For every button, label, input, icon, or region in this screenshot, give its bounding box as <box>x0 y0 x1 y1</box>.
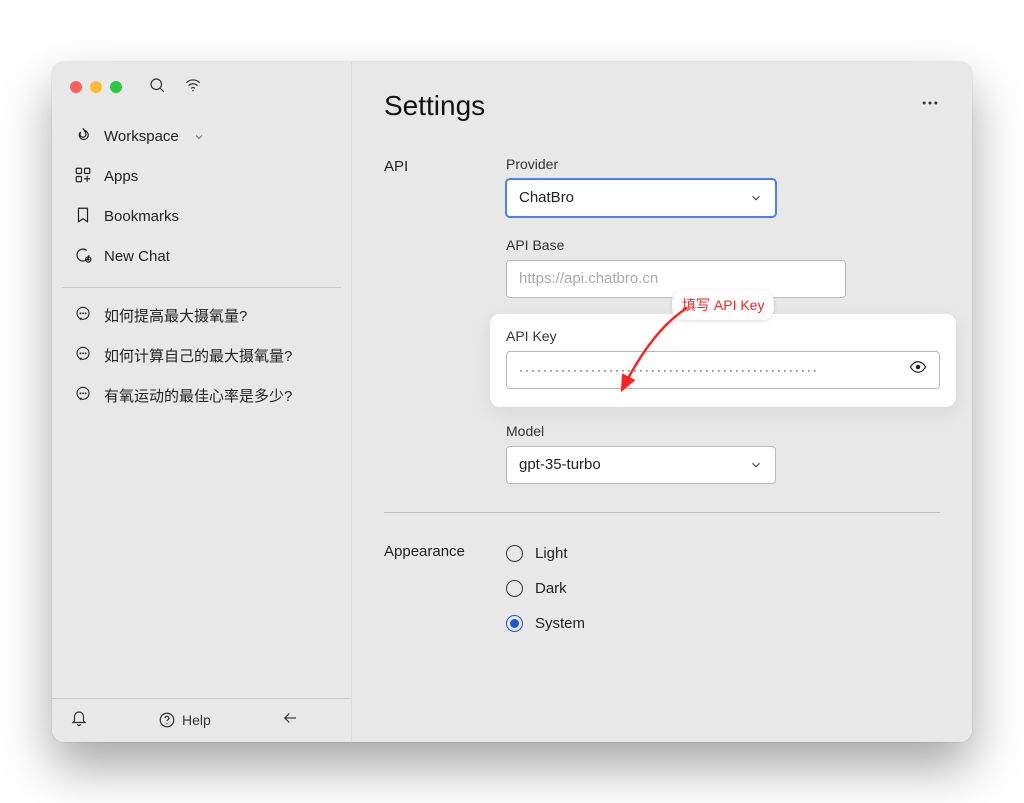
radio-label: Dark <box>535 580 567 597</box>
help-button[interactable]: Help <box>158 711 211 729</box>
field-label: Model <box>506 423 940 439</box>
help-label: Help <box>182 712 211 728</box>
chat-list-item[interactable]: 如何提高最大摄氧量? <box>62 296 341 336</box>
provider-value: ChatBro <box>519 189 574 206</box>
radio-icon <box>506 580 523 597</box>
chat-icon <box>74 305 92 327</box>
sidebar-nav: Workspace Apps Bookmarks New Chat <box>52 109 351 296</box>
api-base-placeholder: https://api.chatbro.cn <box>519 270 658 287</box>
field-api-base: API Base https://api.chatbro.cn <box>506 237 940 298</box>
sidebar-item-label: Bookmarks <box>104 208 179 225</box>
eye-icon[interactable] <box>909 358 927 381</box>
sidebar-item-label: Workspace <box>104 128 179 145</box>
sidebar-item-apps[interactable]: Apps <box>62 157 341 197</box>
close-window-button[interactable] <box>70 81 82 93</box>
search-icon[interactable] <box>148 76 166 99</box>
chat-list-item[interactable]: 如何计算自己的最大摄氧量? <box>62 336 341 376</box>
bookmark-icon <box>74 206 92 228</box>
appearance-option-system[interactable]: System <box>506 611 940 636</box>
model-select[interactable]: gpt-35-turbo <box>506 446 776 484</box>
chat-title: 如何提高最大摄氧量? <box>104 305 247 326</box>
radio-label: Light <box>535 545 568 562</box>
more-icon[interactable] <box>920 93 940 118</box>
minimize-window-button[interactable] <box>90 81 102 93</box>
bell-icon[interactable] <box>70 709 88 732</box>
page-title: Settings <box>384 90 485 122</box>
wifi-icon[interactable] <box>184 76 202 99</box>
app-window: Workspace Apps Bookmarks New Chat <box>52 62 972 742</box>
chat-icon <box>74 345 92 367</box>
chevron-down-icon <box>749 458 763 472</box>
appearance-option-dark[interactable]: Dark <box>506 576 940 601</box>
section-label: Appearance <box>384 541 478 636</box>
sidebar-item-label: New Chat <box>104 248 170 265</box>
flame-icon <box>74 126 92 148</box>
main-content: Settings API Provider ChatBro API Base <box>352 62 972 742</box>
traffic-lights <box>70 81 122 93</box>
sidebar-item-bookmarks[interactable]: Bookmarks <box>62 197 341 237</box>
new-chat-icon <box>74 246 92 268</box>
field-api-key: API Key ································… <box>490 314 956 407</box>
apps-icon <box>74 166 92 188</box>
section-api: API Provider ChatBro API Base https://ap… <box>384 156 940 484</box>
chat-list-item[interactable]: 有氧运动的最佳心率是多少? <box>62 376 341 416</box>
field-model: Model gpt-35-turbo <box>506 423 940 484</box>
sidebar-footer: Help <box>52 698 351 742</box>
radio-label: System <box>535 615 585 632</box>
sidebar: Workspace Apps Bookmarks New Chat <box>52 62 352 742</box>
field-provider: Provider ChatBro <box>506 156 940 217</box>
titlebar <box>52 62 351 109</box>
model-value: gpt-35-turbo <box>519 456 601 473</box>
provider-select[interactable]: ChatBro <box>506 179 776 217</box>
chat-title: 如何计算自己的最大摄氧量? <box>104 345 292 366</box>
sidebar-item-label: Apps <box>104 168 138 185</box>
field-label: API Base <box>506 237 940 253</box>
radio-icon <box>506 615 523 632</box>
section-appearance: Appearance Light Dark System <box>384 541 940 636</box>
radio-icon <box>506 545 523 562</box>
api-key-masked: ········································… <box>519 363 901 377</box>
section-label: API <box>384 156 478 484</box>
sidebar-divider <box>62 287 341 288</box>
chat-icon <box>74 385 92 407</box>
back-icon[interactable] <box>281 709 299 732</box>
callout-text: 填写 API Key <box>682 297 764 313</box>
maximize-window-button[interactable] <box>110 81 122 93</box>
chevron-down-icon <box>749 191 763 205</box>
sidebar-item-new-chat[interactable]: New Chat <box>62 237 341 277</box>
chat-title: 有氧运动的最佳心率是多少? <box>104 385 292 406</box>
field-label: API Key <box>506 328 940 344</box>
appearance-option-light[interactable]: Light <box>506 541 940 566</box>
field-label: Provider <box>506 156 940 172</box>
api-key-input[interactable]: ········································… <box>506 351 940 389</box>
sidebar-item-workspace[interactable]: Workspace <box>62 117 341 157</box>
chevron-down-icon <box>193 131 205 143</box>
callout-badge: 填写 API Key <box>672 290 774 320</box>
chat-list: 如何提高最大摄氧量? 如何计算自己的最大摄氧量? 有氧运动的最佳心率是多少? <box>52 296 351 416</box>
section-divider <box>384 512 940 513</box>
